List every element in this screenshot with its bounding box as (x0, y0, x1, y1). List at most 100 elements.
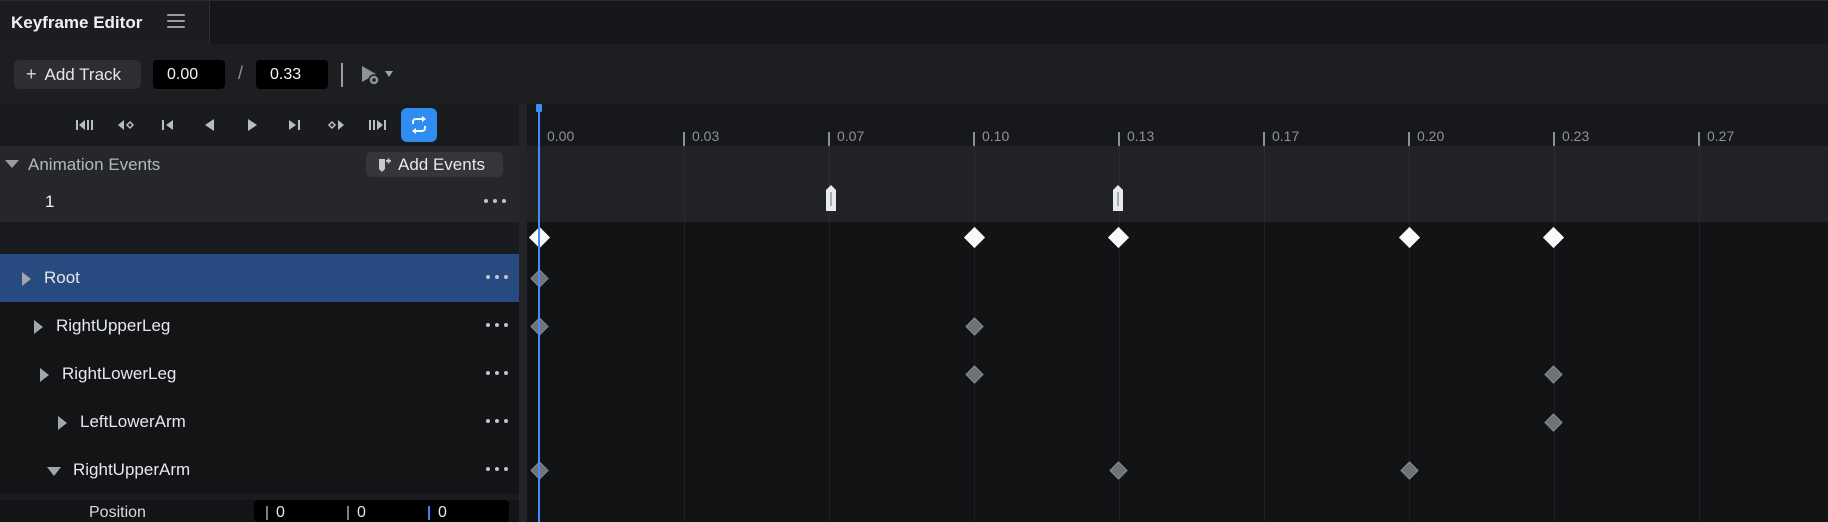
expand-caret-icon[interactable] (22, 272, 31, 286)
more-options-icon[interactable] (486, 323, 508, 329)
ruler-tick-label: 0.07 (837, 128, 865, 144)
summary-keyframe[interactable] (1399, 226, 1421, 248)
position-x-field[interactable]: 0 (266, 504, 285, 522)
ruler-tick (683, 132, 685, 146)
property-label: Position (89, 504, 146, 521)
track-row-right-upper-arm[interactable]: RightUpperArm (0, 446, 519, 494)
ruler-tick (1263, 132, 1265, 146)
track-keyframe[interactable] (1400, 460, 1420, 480)
animation-events-header[interactable]: Animation Events Add Events (0, 146, 519, 182)
ruler-tick (1118, 132, 1120, 146)
more-options-icon[interactable] (484, 199, 506, 205)
skip-to-end-icon[interactable] (362, 109, 394, 141)
more-options-icon[interactable] (486, 419, 508, 425)
grid-line (1699, 146, 1700, 222)
track-keyframe[interactable] (1544, 364, 1563, 384)
playhead[interactable] (538, 104, 540, 522)
ruler-tick-label: 0.27 (1707, 128, 1735, 144)
grid-line (829, 222, 830, 522)
more-options-icon[interactable] (486, 275, 508, 281)
grid-line (974, 146, 975, 222)
summary-keyframe[interactable] (1542, 226, 1565, 248)
transport-controls (0, 104, 519, 146)
editor-tab[interactable]: Keyframe Editor (0, 1, 210, 45)
summary-keyframe[interactable] (1107, 226, 1129, 248)
track-row-left-lower-arm[interactable]: LeftLowerArm (0, 398, 519, 446)
loop-icon[interactable] (401, 108, 437, 142)
collapse-caret-icon[interactable] (5, 160, 19, 168)
ruler-tick-label: 0.00 (547, 128, 575, 144)
toolbar-divider (341, 63, 343, 87)
step-back-icon[interactable] (152, 109, 184, 141)
property-row-position[interactable]: Position 0 0 0 (0, 500, 519, 522)
position-y-value: 0 (357, 504, 366, 521)
prev-keyframe-icon[interactable] (110, 109, 142, 141)
track-row-right-lower-leg[interactable]: RightLowerLeg (0, 350, 519, 398)
track-row-root[interactable]: Root (0, 254, 519, 302)
play-settings-icon[interactable] (360, 63, 396, 89)
skip-to-start-icon[interactable] (68, 109, 100, 141)
grid-line (1264, 146, 1265, 222)
more-options-icon[interactable] (486, 467, 508, 473)
start-time-input[interactable]: 0.00 (153, 60, 225, 89)
track-label: LeftLowerArm (80, 412, 186, 431)
ruler-tick (973, 132, 975, 146)
expand-caret-icon[interactable] (40, 368, 49, 382)
add-event-icon (379, 157, 391, 172)
ruler-tick-label: 0.17 (1272, 128, 1300, 144)
event-marker-icon[interactable] (1112, 184, 1124, 212)
position-y-field[interactable]: 0 (347, 504, 366, 522)
expand-caret-icon[interactable] (34, 320, 43, 334)
grid-line (684, 146, 685, 222)
add-track-button[interactable]: + Add Track (14, 60, 141, 89)
hamburger-menu-icon[interactable] (167, 14, 185, 30)
track-label: RightUpperLeg (56, 316, 171, 335)
more-options-icon[interactable] (486, 371, 508, 377)
position-z-value: 0 (438, 504, 447, 521)
add-events-label: Add Events (398, 154, 485, 174)
time-ruler[interactable]: 0.00 0.03 0.07 0.10 0.13 0.17 0.20 0.23 0.27 (527, 104, 1828, 146)
step-forward-icon[interactable] (278, 109, 310, 141)
ruler-tick (1698, 132, 1700, 146)
grid-line (1264, 222, 1265, 522)
track-keyframe[interactable] (965, 316, 984, 336)
events-track-band[interactable] (527, 146, 1828, 222)
ruler-tick (1553, 132, 1555, 146)
event-marker-icon[interactable] (825, 184, 837, 212)
next-keyframe-icon[interactable] (320, 109, 352, 141)
expand-caret-icon[interactable] (58, 416, 67, 430)
grid-line (1554, 146, 1555, 222)
playhead-handle[interactable] (536, 104, 542, 112)
add-events-button[interactable]: Add Events (366, 152, 503, 177)
editor-tab-title: Keyframe Editor (11, 13, 143, 32)
grid-line (684, 222, 685, 522)
title-bar: Keyframe Editor (0, 0, 1828, 45)
timeline-area[interactable]: 0.00 0.03 0.07 0.10 0.13 0.17 0.20 0.23 0.27 (527, 104, 1828, 522)
track-label: Root (44, 268, 80, 287)
collapse-caret-icon[interactable] (47, 467, 61, 476)
position-vector-field[interactable]: 0 0 0 (254, 500, 509, 522)
ruler-tick-label: 0.13 (1127, 128, 1155, 144)
ruler-tick-label: 0.20 (1417, 128, 1445, 144)
event-label: 1 (45, 192, 55, 211)
event-row[interactable]: 1 (0, 182, 519, 222)
panel-splitter[interactable] (519, 104, 527, 522)
plus-icon: + (26, 64, 37, 84)
ruler-tick-label: 0.10 (982, 128, 1010, 144)
ruler-tick (828, 132, 830, 146)
track-keyframe[interactable] (965, 364, 984, 384)
summary-keyframe[interactable] (963, 226, 986, 248)
position-x-value: 0 (276, 504, 285, 521)
play-reverse-icon[interactable] (194, 109, 226, 141)
track-keyframe[interactable] (1108, 460, 1128, 480)
grid-line (1409, 146, 1410, 222)
position-z-field[interactable]: 0 (428, 504, 447, 522)
keyframe-editor-window: Keyframe Editor + Add Track 0.00 / 0.33 (0, 0, 1828, 522)
track-keyframe[interactable] (1544, 412, 1563, 432)
ruler-tick-label: 0.03 (692, 128, 720, 144)
track-label: RightLowerLeg (62, 364, 177, 383)
end-time-input[interactable]: 0.33 (256, 60, 328, 89)
ruler-tick-label: 0.23 (1562, 128, 1590, 144)
play-icon[interactable] (236, 109, 268, 141)
track-row-right-upper-leg[interactable]: RightUpperLeg (0, 302, 519, 350)
